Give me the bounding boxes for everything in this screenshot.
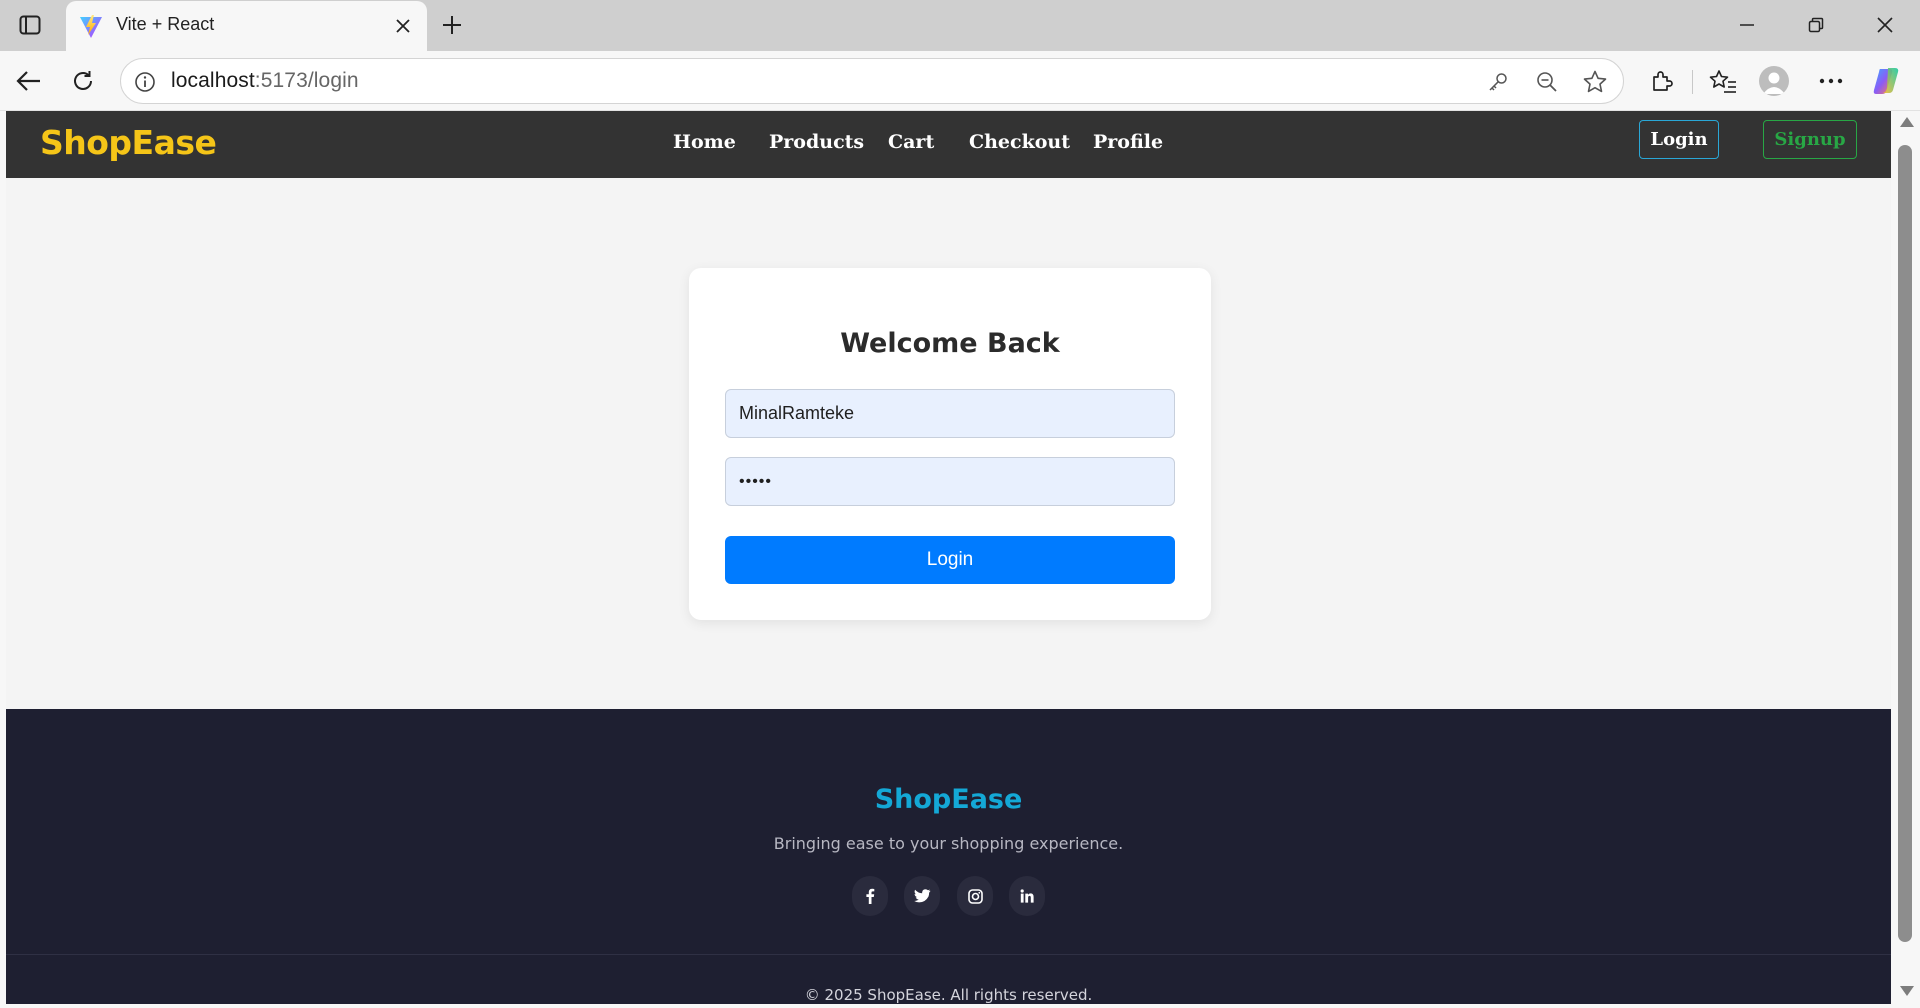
- minimize-icon[interactable]: [1734, 12, 1760, 38]
- facebook-icon[interactable]: [852, 876, 888, 916]
- browser-toolbar: localhost:5173/login: [0, 51, 1920, 111]
- url-host: localhost: [171, 69, 255, 92]
- tab-actions-icon[interactable]: [16, 12, 44, 38]
- copilot-icon[interactable]: [1871, 66, 1901, 96]
- site-footer: ShopEase Bringing ease to your shopping …: [6, 709, 1891, 1004]
- nav-link-cart[interactable]: Cart: [888, 131, 934, 153]
- vite-logo-icon: [78, 14, 104, 40]
- main-nav: Home Products Cart Checkout Profile: [6, 111, 1891, 178]
- more-options-icon[interactable]: [1816, 66, 1846, 96]
- new-tab-icon[interactable]: [438, 11, 466, 39]
- extensions-icon[interactable]: [1647, 66, 1677, 96]
- nav-login-button[interactable]: Login: [1639, 120, 1719, 159]
- zoom-out-icon[interactable]: [1534, 69, 1560, 95]
- nav-link-home[interactable]: Home: [673, 131, 736, 153]
- login-submit-button[interactable]: Login: [725, 536, 1175, 584]
- close-window-icon[interactable]: [1872, 12, 1898, 38]
- instagram-icon[interactable]: [957, 876, 993, 916]
- footer-copyright: © 2025 ShopEase. All rights reserved.: [804, 986, 1093, 1004]
- linkedin-icon[interactable]: [1009, 876, 1045, 916]
- nav-link-profile[interactable]: Profile: [1093, 131, 1163, 153]
- footer-brand: ShopEase: [874, 784, 1023, 815]
- restore-icon[interactable]: [1803, 12, 1829, 38]
- login-card: Welcome Back MinalRamteke ••••• Login: [689, 268, 1211, 620]
- password-key-icon[interactable]: [1485, 69, 1511, 95]
- window-border-bottom: [0, 1004, 1920, 1008]
- refresh-icon[interactable]: [68, 66, 98, 96]
- favorites-list-icon[interactable]: [1708, 66, 1738, 96]
- password-input[interactable]: •••••: [725, 457, 1175, 506]
- scroll-up-arrow-icon[interactable]: [1900, 117, 1914, 127]
- login-title: Welcome Back: [840, 328, 1060, 359]
- favorite-star-icon[interactable]: [1582, 69, 1608, 95]
- footer-tagline: Bringing ease to your shopping experienc…: [773, 834, 1124, 853]
- nav-signup-button[interactable]: Signup: [1763, 120, 1857, 159]
- address-bar[interactable]: localhost:5173/login: [120, 58, 1624, 104]
- url-text: localhost:5173/login: [171, 69, 359, 93]
- profile-avatar-icon[interactable]: [1759, 66, 1789, 96]
- site-navbar: ShopEase Home Products Cart Checkout Pro…: [6, 111, 1891, 178]
- username-input[interactable]: MinalRamteke: [725, 389, 1175, 438]
- toolbar-separator: [1692, 70, 1693, 94]
- footer-divider: [6, 954, 1891, 955]
- scrollbar-thumb[interactable]: [1898, 145, 1912, 942]
- url-path: :5173/login: [254, 69, 359, 92]
- nav-link-products[interactable]: Products: [769, 131, 864, 153]
- browser-tab-active[interactable]: Vite + React: [66, 1, 427, 51]
- browser-tab-strip: Vite + React: [0, 0, 1920, 51]
- tab-title: Vite + React: [116, 14, 215, 34]
- twitter-icon[interactable]: [904, 876, 940, 916]
- back-arrow-icon[interactable]: [14, 66, 44, 96]
- site-info-icon[interactable]: [133, 70, 157, 94]
- nav-link-checkout[interactable]: Checkout: [969, 131, 1070, 153]
- page-scrollbar[interactable]: [1891, 111, 1920, 1004]
- close-tab-icon[interactable]: [391, 14, 415, 38]
- page-viewport: ShopEase Home Products Cart Checkout Pro…: [6, 111, 1891, 1004]
- scroll-down-arrow-icon[interactable]: [1900, 986, 1914, 996]
